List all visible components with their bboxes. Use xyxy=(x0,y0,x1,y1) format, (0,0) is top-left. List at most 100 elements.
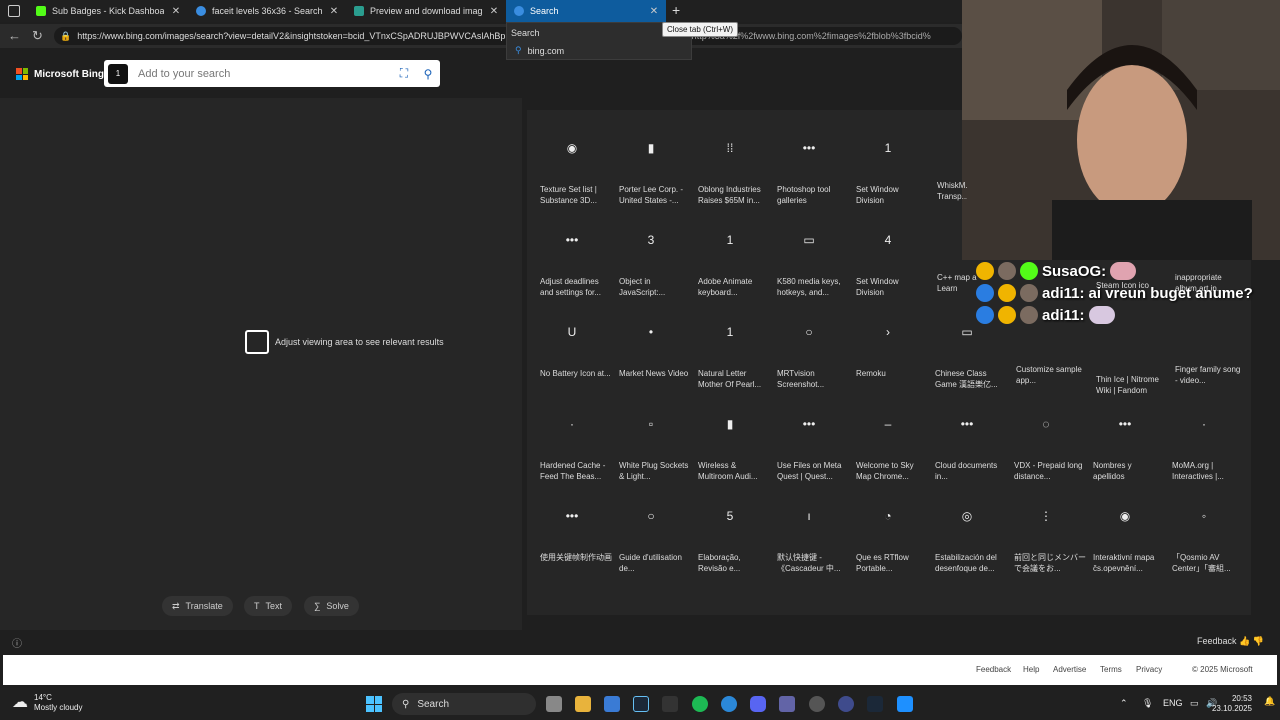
result-thumbnail[interactable]: 3 xyxy=(616,216,686,264)
tab-faceit-search[interactable]: faceit levels 36x36 - Search ✕ xyxy=(188,0,346,22)
close-icon[interactable]: ✕ xyxy=(488,6,500,17)
footer-help-link[interactable]: Help xyxy=(1023,665,1039,674)
adjust-viewing-area[interactable]: Adjust viewing area to see relevant resu… xyxy=(245,330,444,354)
result-caption[interactable]: No Battery Icon at... xyxy=(540,368,612,379)
result-thumbnail[interactable]: ••• xyxy=(537,492,607,540)
edge-icon[interactable] xyxy=(721,696,737,712)
result-thumbnail[interactable]: 5 xyxy=(695,492,765,540)
result-caption[interactable]: Chinese Class Game 漢語樂亿... xyxy=(935,368,1007,390)
result-caption[interactable]: Natural Letter Mother Of Pearl... xyxy=(698,368,770,390)
refresh-icon[interactable]: ↻ xyxy=(32,28,43,44)
result-caption[interactable]: Wireless & Multiroom Audi... xyxy=(698,460,770,482)
result-caption[interactable]: Set Window Division xyxy=(856,184,928,206)
result-thumbnail[interactable]: ○ xyxy=(774,308,844,356)
result-thumbnail[interactable]: ⋮ xyxy=(1011,492,1081,540)
tab-preview-image[interactable]: Preview and download image - R ✕ xyxy=(346,0,506,22)
steam-icon-2[interactable] xyxy=(867,696,883,712)
obs-icon[interactable] xyxy=(809,696,825,712)
result-caption[interactable]: 默认快捷键 - 《Cascadeur 中... xyxy=(777,552,849,574)
result-caption[interactable]: Adobe Animate keyboard... xyxy=(698,276,770,298)
footer-advertise-link[interactable]: Advertise xyxy=(1053,665,1086,674)
suggestion-bing[interactable]: ⚲ bing.com xyxy=(515,45,564,56)
result-caption[interactable]: Set Window Division xyxy=(856,276,928,298)
result-caption[interactable]: White Plug Sockets & Light... xyxy=(619,460,691,482)
result-caption[interactable]: 「Qosmio AV Center」「審組... xyxy=(1172,552,1244,574)
result-thumbnail[interactable]: ▭ xyxy=(774,216,844,264)
tab-actions-icon[interactable] xyxy=(8,5,20,17)
result-caption[interactable]: Thin Ice | Nitrome Wiki | Fandom xyxy=(1096,374,1166,396)
weather-widget[interactable]: ☁ 14°C Mostly cloudy xyxy=(12,693,82,713)
network-icon[interactable]: ▭ xyxy=(1190,698,1199,709)
result-caption[interactable]: MoMA.org | Interactives |... xyxy=(1172,460,1244,482)
result-thumbnail[interactable]: ••• xyxy=(1090,400,1160,448)
translate-button[interactable]: ⇄ Translate xyxy=(162,596,233,616)
result-thumbnail[interactable]: ○ xyxy=(616,492,686,540)
language-indicator[interactable]: ENG xyxy=(1163,698,1183,708)
result-caption-partial[interactable]: C++ map a Learn the... xyxy=(937,272,977,294)
result-caption[interactable]: Cloud documents in... xyxy=(935,460,1007,482)
chevron-up-icon[interactable]: ⌃ xyxy=(1120,698,1128,709)
back-icon[interactable]: ← xyxy=(8,28,21,43)
result-caption[interactable]: MRTvision Screenshot... xyxy=(777,368,849,390)
bing-logo[interactable]: Microsoft Bing xyxy=(16,68,104,80)
result-thumbnail[interactable]: ◦ xyxy=(1169,492,1239,540)
clock[interactable]: 20:53 23.10.2025 xyxy=(1212,694,1252,714)
result-thumbnail[interactable]: ••• xyxy=(774,400,844,448)
result-caption[interactable]: Use Files on Meta Quest | Quest... xyxy=(777,460,849,482)
start-icon[interactable] xyxy=(366,696,382,712)
app-icon[interactable] xyxy=(838,696,854,712)
result-caption[interactable]: VDX - Prepaid long distance... xyxy=(1014,460,1086,482)
close-icon[interactable]: ✕ xyxy=(328,6,340,17)
result-thumbnail[interactable]: – xyxy=(853,400,923,448)
result-thumbnail[interactable]: ◌ xyxy=(1011,400,1081,448)
result-caption[interactable]: Market News Video xyxy=(619,368,691,379)
spotify-icon[interactable] xyxy=(692,696,708,712)
app-icon-2[interactable] xyxy=(897,696,913,712)
epic-games-icon[interactable] xyxy=(662,696,678,712)
result-caption[interactable]: Adjust deadlines and settings for... xyxy=(540,276,612,298)
visual-search-icon[interactable]: ⛶ xyxy=(392,66,416,81)
result-thumbnail[interactable]: ▫ xyxy=(616,400,686,448)
search-icon[interactable]: ⚲ xyxy=(416,67,440,81)
result-thumbnail[interactable]: · xyxy=(537,400,607,448)
file-explorer-icon[interactable] xyxy=(575,696,591,712)
result-caption[interactable]: 使用关键帧制作动画 xyxy=(540,552,612,563)
result-caption[interactable]: Finger family song - video... xyxy=(1175,364,1245,386)
result-thumbnail[interactable]: 1 xyxy=(695,308,765,356)
result-thumbnail[interactable]: ••• xyxy=(932,400,1002,448)
result-thumbnail[interactable]: ◉ xyxy=(1090,492,1160,540)
result-thumbnail[interactable]: ı xyxy=(774,492,844,540)
microphone-icon[interactable]: 🎙 xyxy=(1142,698,1153,709)
query-image-thumbnail[interactable]: 1 xyxy=(108,63,128,84)
result-thumbnail[interactable]: ▮ xyxy=(616,124,686,172)
search-input[interactable]: Add to your search xyxy=(138,68,392,80)
result-caption[interactable]: Que es RTflow Portable... xyxy=(856,552,928,574)
notification-icon[interactable]: 🔔 xyxy=(1264,696,1275,707)
result-caption[interactable]: Interaktivní mapa čs.opevnění... xyxy=(1093,552,1165,574)
footer-terms-link[interactable]: Terms xyxy=(1100,665,1122,674)
result-caption[interactable]: Porter Lee Corp. - United States -... xyxy=(619,184,691,206)
footer-feedback-link[interactable]: Feedback xyxy=(976,665,1011,674)
text-button[interactable]: T Text xyxy=(244,596,293,616)
visual-search-box[interactable]: 1 Add to your search ⛶ ⚲ xyxy=(104,60,440,87)
result-thumbnail[interactable]: 4 xyxy=(853,216,923,264)
crop-area-icon[interactable] xyxy=(245,330,269,354)
info-icon[interactable]: ⓘ xyxy=(12,635,22,650)
result-caption[interactable]: Elaboração, Revisão e... xyxy=(698,552,770,574)
result-thumbnail[interactable]: · xyxy=(1169,400,1239,448)
result-caption[interactable]: Welcome to Sky Map Chrome... xyxy=(856,460,928,482)
result-thumbnail[interactable]: 1 xyxy=(695,216,765,264)
tab-kick[interactable]: Sub Badges - Kick Dashboard ✕ xyxy=(28,0,188,22)
result-thumbnail[interactable]: ◎ xyxy=(932,492,1002,540)
feedback-link[interactable]: Feedback 👍 👎 xyxy=(1197,636,1264,647)
new-tab-button[interactable]: + xyxy=(672,2,686,18)
task-view-icon[interactable] xyxy=(546,696,562,712)
teams-icon[interactable] xyxy=(779,696,795,712)
store-icon[interactable] xyxy=(604,696,620,712)
result-thumbnail[interactable]: › xyxy=(853,308,923,356)
result-thumbnail[interactable]: 1 xyxy=(853,124,923,172)
result-caption[interactable]: Remoku xyxy=(856,368,928,379)
result-caption[interactable]: Guide d'utilisation de... xyxy=(619,552,691,574)
result-caption[interactable]: Estabilización del desenfoque de... xyxy=(935,552,1007,574)
close-icon[interactable]: ✕ xyxy=(170,6,182,17)
